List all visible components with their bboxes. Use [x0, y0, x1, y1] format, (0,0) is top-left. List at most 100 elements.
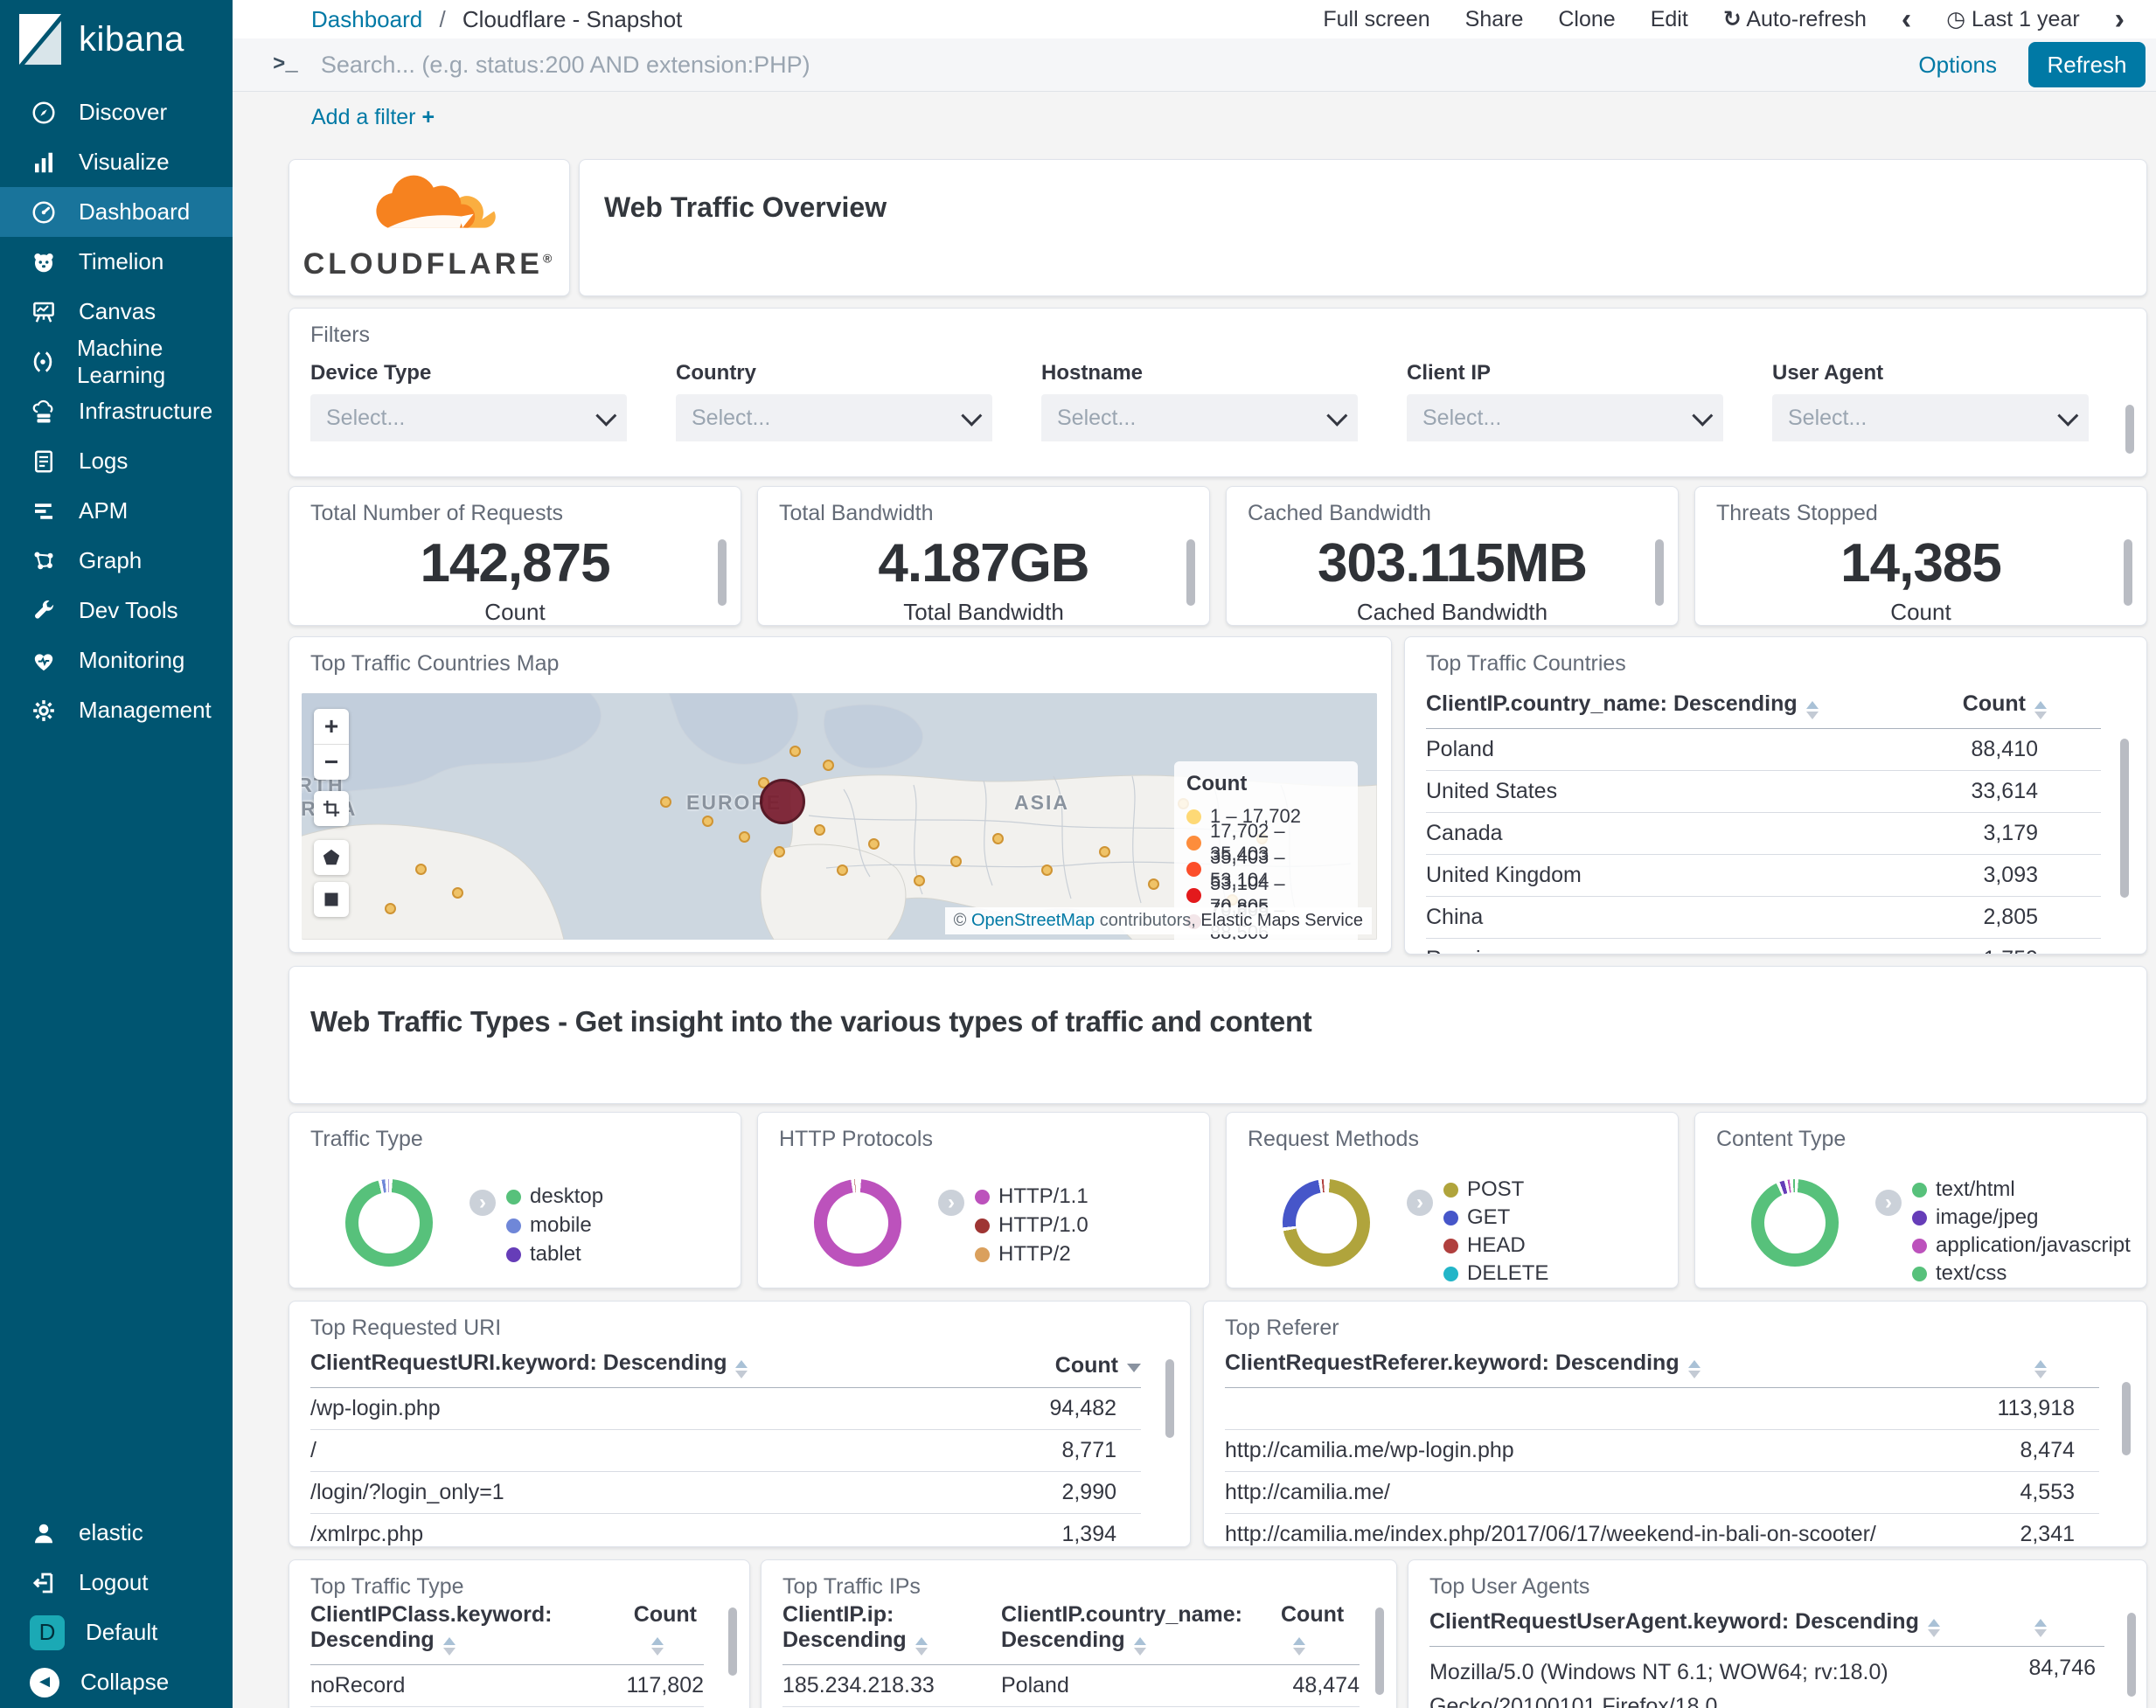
column-header-country[interactable]: ClientIP.country_name: Descending: [1426, 691, 1819, 719]
device-type-select[interactable]: Select...: [310, 394, 627, 441]
legend-item[interactable]: HEAD: [1443, 1233, 1526, 1258]
clone-button[interactable]: Clone: [1558, 7, 1615, 32]
scrollbar[interactable]: [2120, 739, 2129, 898]
legend-item[interactable]: DELETE: [1443, 1261, 1548, 1286]
legend-item[interactable]: text/html: [1912, 1177, 2015, 1202]
traffic-type-pie-panel: Traffic Type › desktop mobile tablet: [289, 1112, 741, 1288]
scrollbar[interactable]: [2124, 539, 2132, 606]
legend-item[interactable]: mobile: [506, 1213, 592, 1238]
kibana-logo[interactable]: kibana: [17, 14, 184, 65]
legend-toggle-icon[interactable]: ›: [938, 1190, 964, 1216]
content-type-donut-chart[interactable]: [1751, 1179, 1839, 1267]
sidebar-item-monitoring[interactable]: Monitoring: [0, 635, 233, 685]
scrollbar[interactable]: [1165, 1359, 1174, 1438]
edit-button[interactable]: Edit: [1651, 7, 1688, 32]
legend-swatch: [1912, 1238, 1927, 1253]
sidebar-item-infrastructure[interactable]: Infrastructure: [0, 386, 233, 436]
legend-item[interactable]: tablet: [506, 1242, 581, 1267]
column-header-count[interactable]: [2026, 1609, 2104, 1637]
legend-item[interactable]: HTTP/1.1: [975, 1184, 1088, 1209]
chevron-down-icon: [961, 405, 983, 427]
zoom-out-button[interactable]: −: [314, 744, 349, 780]
legend-item[interactable]: image/jpeg: [1912, 1205, 2038, 1230]
client-ip-select[interactable]: Select...: [1407, 394, 1723, 441]
legend-item[interactable]: HTTP/1.0: [975, 1213, 1088, 1238]
column-header-uri[interactable]: ClientRequestURI.keyword: Descending: [310, 1350, 748, 1378]
column-header-count[interactable]: [2026, 1350, 2099, 1378]
column-header-class[interactable]: ClientIPClass.keyword: Descending: [310, 1602, 552, 1656]
time-back-button[interactable]: ‹: [1902, 4, 1911, 34]
scrollbar[interactable]: [728, 1607, 737, 1676]
user-agent-select[interactable]: Select...: [1772, 394, 2089, 441]
time-forward-button[interactable]: ›: [2115, 4, 2125, 34]
world-map[interactable]: NORTHAMERICA EUROPE ASIA: [302, 693, 1377, 940]
refresh-button[interactable]: Refresh: [2028, 42, 2146, 87]
poland-bubble[interactable]: [760, 779, 805, 824]
sidebar-item-discover[interactable]: Discover: [0, 87, 233, 137]
sidebar-item-dev-tools[interactable]: Dev Tools: [0, 586, 233, 635]
map-rectangle-button[interactable]: [314, 882, 349, 917]
full-screen-button[interactable]: Full screen: [1323, 7, 1429, 32]
sidebar-item-canvas[interactable]: Canvas: [0, 287, 233, 337]
column-header-ip[interactable]: ClientIP.ip: Descending: [782, 1602, 1001, 1656]
share-button[interactable]: Share: [1465, 7, 1524, 32]
sidebar-item-space-default[interactable]: D Default: [0, 1607, 233, 1657]
legend-toggle-icon[interactable]: ›: [1875, 1190, 1902, 1216]
column-header-count[interactable]: Count: [634, 1602, 704, 1656]
table-row: Mozilla/5.0 (Windows NT 6.1; WOW64; rv:1…: [1429, 1647, 2104, 1708]
sidebar-item-label: Discover: [79, 99, 168, 125]
column-header-user-agent[interactable]: ClientRequestUserAgent.keyword: Descendi…: [1429, 1609, 1940, 1637]
sort-icon: [735, 1360, 748, 1378]
sidebar-item-label: Logout: [79, 1569, 149, 1595]
legend-item[interactable]: HTTP/2: [975, 1242, 1071, 1267]
table-row: http://camilia.me/wp-login.php 8,474: [1225, 1430, 2099, 1472]
column-header-count[interactable]: Count: [1055, 1353, 1141, 1378]
legend-toggle-icon[interactable]: ›: [469, 1190, 496, 1216]
legend-item[interactable]: GET: [1443, 1205, 1510, 1230]
legend-item[interactable]: desktop: [506, 1184, 603, 1209]
scrollbar[interactable]: [2125, 405, 2134, 454]
map-polygon-button[interactable]: [314, 840, 349, 875]
scrollbar[interactable]: [1655, 539, 1664, 606]
sidebar-item-visualize[interactable]: Visualize: [0, 137, 233, 187]
column-header-country[interactable]: ClientIP.country_name: Descending: [1001, 1602, 1281, 1656]
openstreetmap-link[interactable]: OpenStreetMap: [971, 911, 1095, 930]
sidebar-item-label: APM: [79, 497, 129, 524]
auto-refresh-button[interactable]: ↻ Auto-refresh: [1723, 6, 1867, 32]
scrollbar[interactable]: [1375, 1607, 1384, 1695]
zoom-in-button[interactable]: +: [314, 709, 349, 744]
sidebar-item-timelion[interactable]: Timelion: [0, 237, 233, 287]
sidebar-item-graph[interactable]: Graph: [0, 536, 233, 586]
sidebar-item-management[interactable]: Management: [0, 685, 233, 735]
column-header-count[interactable]: Count: [1963, 691, 2101, 719]
legend-item[interactable]: POST: [1443, 1177, 1524, 1202]
sidebar-item-user[interactable]: elastic: [0, 1508, 233, 1558]
map-crop-button[interactable]: [314, 791, 349, 826]
request-methods-donut-chart[interactable]: [1283, 1179, 1370, 1267]
search-input[interactable]: [318, 50, 1919, 80]
metric-value: 303.115MB: [1317, 533, 1588, 594]
breadcrumb-dashboard-link[interactable]: Dashboard: [311, 6, 422, 32]
column-header-referer[interactable]: ClientRequestReferer.keyword: Descending: [1225, 1350, 1700, 1378]
legend-toggle-icon[interactable]: ›: [1407, 1190, 1433, 1216]
legend-item[interactable]: application/javascript: [1912, 1233, 2131, 1258]
sidebar-item-apm[interactable]: APM: [0, 486, 233, 536]
hostname-select[interactable]: Select...: [1041, 394, 1358, 441]
sidebar-item-logout[interactable]: Logout: [0, 1558, 233, 1607]
http-protocols-donut-chart[interactable]: [814, 1179, 901, 1267]
add-filter-link[interactable]: Add a filter +: [311, 105, 435, 130]
time-picker-button[interactable]: ◷ Last 1 year: [1946, 6, 2079, 32]
scrollbar[interactable]: [2122, 1382, 2131, 1455]
column-header-count[interactable]: Count: [1281, 1602, 1360, 1656]
scrollbar[interactable]: [1186, 539, 1195, 606]
scrollbar[interactable]: [718, 539, 727, 606]
sidebar-item-collapse[interactable]: ◄ Collapse: [0, 1657, 233, 1707]
sidebar-item-dashboard[interactable]: Dashboard: [0, 187, 233, 237]
traffic-type-donut-chart[interactable]: [345, 1179, 433, 1267]
scrollbar[interactable]: [2127, 1613, 2136, 1697]
options-link[interactable]: Options: [1918, 52, 1997, 79]
sidebar-item-machine-learning[interactable]: Machine Learning: [0, 335, 233, 388]
country-select[interactable]: Select...: [676, 394, 992, 441]
sidebar-item-logs[interactable]: Logs: [0, 436, 233, 486]
legend-item[interactable]: text/css: [1912, 1261, 2006, 1286]
